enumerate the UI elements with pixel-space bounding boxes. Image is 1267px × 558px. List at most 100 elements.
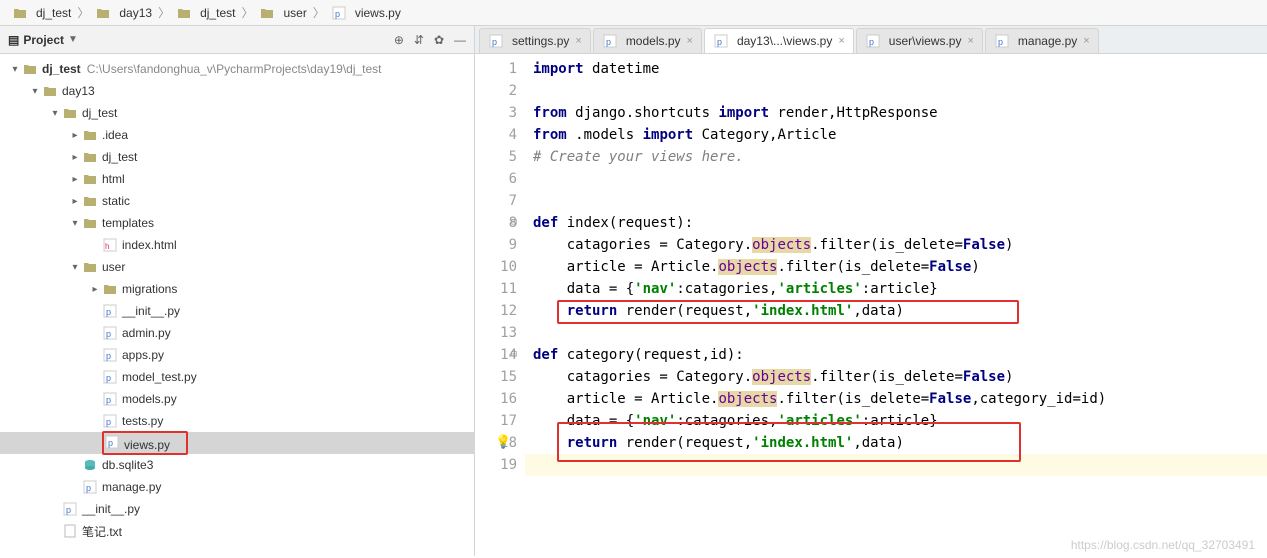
line-number: 13 [475, 322, 517, 344]
token: objects [718, 259, 777, 275]
close-icon[interactable]: × [1083, 35, 1089, 47]
target-icon[interactable]: ⊕ [394, 33, 404, 47]
tree-node-static[interactable]: ▸static [0, 190, 474, 212]
twisty-icon[interactable]: ▾ [8, 64, 22, 75]
sidebar-header: ▤ Project ▼ ⊕ ⇵ ✿ — [0, 26, 474, 54]
code-line[interactable] [525, 190, 1267, 212]
txt-icon [62, 523, 78, 539]
fold-icon[interactable]: ⊟ [511, 344, 517, 366]
project-tree[interactable]: ▾dj_testC:\Users\fandonghua_v\PycharmPro… [0, 54, 474, 556]
code-line[interactable]: from django.shortcuts import render,Http… [525, 102, 1267, 124]
code-line[interactable]: ⊟def index(request): [525, 212, 1267, 234]
tree-node-model-test-py[interactable]: pmodel_test.py [0, 366, 474, 388]
code-area[interactable]: 12345678910111213141516171819 import dat… [475, 54, 1267, 556]
svg-text:p: p [869, 37, 874, 47]
tree-node-dj-test[interactable]: ▸dj_test [0, 146, 474, 168]
twisty-icon[interactable]: ▾ [48, 108, 62, 119]
svg-text:p: p [106, 395, 111, 405]
py-icon: p [865, 33, 881, 49]
twisty-icon[interactable]: ▸ [88, 284, 102, 295]
svg-text:p: p [106, 329, 111, 339]
tree-label: views.py [124, 438, 170, 452]
tree-label: __init__.py [82, 502, 140, 516]
tree-node-models-py[interactable]: pmodels.py [0, 388, 474, 410]
code-line[interactable]: from .models import Category,Article [525, 124, 1267, 146]
code-line[interactable]: ⊟def category(request,id): [525, 344, 1267, 366]
tree-node----txt[interactable]: 笔记.txt [0, 520, 474, 542]
svg-text:p: p [108, 438, 113, 448]
tree-node--idea[interactable]: ▸.idea [0, 124, 474, 146]
tree-node-apps-py[interactable]: papps.py [0, 344, 474, 366]
line-number: 16 [475, 388, 517, 410]
breadcrumb-label: user [283, 6, 306, 20]
tree-label: db.sqlite3 [102, 458, 153, 472]
code-line[interactable]: catagories = Category.objects.filter(is_… [525, 234, 1267, 256]
twisty-icon[interactable]: ▸ [68, 152, 82, 163]
code-line[interactable]: article = Article.objects.filter(is_dele… [525, 388, 1267, 410]
twisty-icon[interactable]: ▸ [68, 196, 82, 207]
twisty-icon[interactable]: ▾ [68, 218, 82, 229]
breadcrumb-item[interactable]: pviews.py [327, 5, 405, 21]
tree-node-tests-py[interactable]: ptests.py [0, 410, 474, 432]
tree-node-manage-py[interactable]: pmanage.py [0, 476, 474, 498]
close-icon[interactable]: × [838, 35, 844, 47]
project-icon: ▤ [8, 33, 19, 47]
code-line[interactable]: data = {'nav':catagories,'articles':arti… [525, 278, 1267, 300]
tree-node-html[interactable]: ▸html [0, 168, 474, 190]
code-content[interactable]: import datetime from django.shortcuts imp… [525, 54, 1267, 556]
tree-node-templates[interactable]: ▾templates [0, 212, 474, 234]
twisty-icon[interactable]: ▾ [28, 86, 42, 97]
svg-text:h: h [105, 242, 109, 251]
tree-node-user[interactable]: ▾user [0, 256, 474, 278]
tree-node-admin-py[interactable]: padmin.py [0, 322, 474, 344]
line-number: 9 [475, 234, 517, 256]
breadcrumb-item[interactable]: user [255, 5, 310, 21]
intention-bulb-icon[interactable]: 💡 [495, 432, 511, 454]
hide-icon[interactable]: — [454, 33, 466, 47]
watermark: https://blog.csdn.net/qq_32703491 [1071, 538, 1255, 552]
tree-node-day13[interactable]: ▾day13 [0, 80, 474, 102]
twisty-icon[interactable]: ▾ [68, 262, 82, 273]
tree-node---init---py[interactable]: p__init__.py [0, 300, 474, 322]
folder-icon [259, 5, 275, 21]
code-line[interactable]: article = Article.objects.filter(is_dele… [525, 256, 1267, 278]
editor-tab[interactable]: puser\views.py× [856, 28, 983, 53]
code-line[interactable] [525, 322, 1267, 344]
code-line[interactable]: catagories = Category.objects.filter(is_… [525, 366, 1267, 388]
close-icon[interactable]: × [967, 35, 973, 47]
tree-node-views-py[interactable]: p views.py [0, 432, 474, 454]
editor-tab[interactable]: pmanage.py× [985, 28, 1099, 53]
editor-tab[interactable]: pday13\...\views.py× [704, 28, 854, 53]
code-line[interactable] [525, 80, 1267, 102]
code-highlight-box [557, 422, 1021, 462]
token: objects [752, 369, 811, 385]
folder-icon [82, 149, 98, 165]
close-icon[interactable]: × [575, 35, 581, 47]
breadcrumb-item[interactable]: dj_test [8, 5, 75, 21]
code-line[interactable]: import datetime [525, 58, 1267, 80]
tree-node-db-sqlite3[interactable]: db.sqlite3 [0, 454, 474, 476]
code-highlight-box [557, 300, 1019, 324]
fold-icon[interactable]: ⊟ [511, 212, 517, 234]
token: import [643, 127, 702, 143]
code-line[interactable] [525, 168, 1267, 190]
collapse-icon[interactable]: ⇵ [414, 33, 424, 47]
tree-label: tests.py [122, 414, 163, 428]
breadcrumb-item[interactable]: dj_test [172, 5, 239, 21]
editor-tab[interactable]: pmodels.py× [593, 28, 702, 53]
tree-label: model_test.py [122, 370, 197, 384]
tree-node-dj-test[interactable]: ▾dj_testC:\Users\fandonghua_v\PycharmPro… [0, 58, 474, 80]
tree-node-migrations[interactable]: ▸migrations [0, 278, 474, 300]
breadcrumb-item[interactable]: day13 [91, 5, 156, 21]
twisty-icon[interactable]: ▸ [68, 130, 82, 141]
sidebar-title[interactable]: ▤ Project ▼ [8, 33, 78, 47]
editor-tab[interactable]: psettings.py× [479, 28, 591, 53]
twisty-icon[interactable]: ▸ [68, 174, 82, 185]
tree-node-index-html[interactable]: hindex.html [0, 234, 474, 256]
breadcrumb-sep: 〉 [158, 4, 170, 21]
tree-node---init---py[interactable]: p__init__.py [0, 498, 474, 520]
tree-node-dj-test[interactable]: ▾dj_test [0, 102, 474, 124]
gear-icon[interactable]: ✿ [434, 33, 444, 47]
close-icon[interactable]: × [687, 35, 693, 47]
code-line[interactable]: # Create your views here. [525, 146, 1267, 168]
